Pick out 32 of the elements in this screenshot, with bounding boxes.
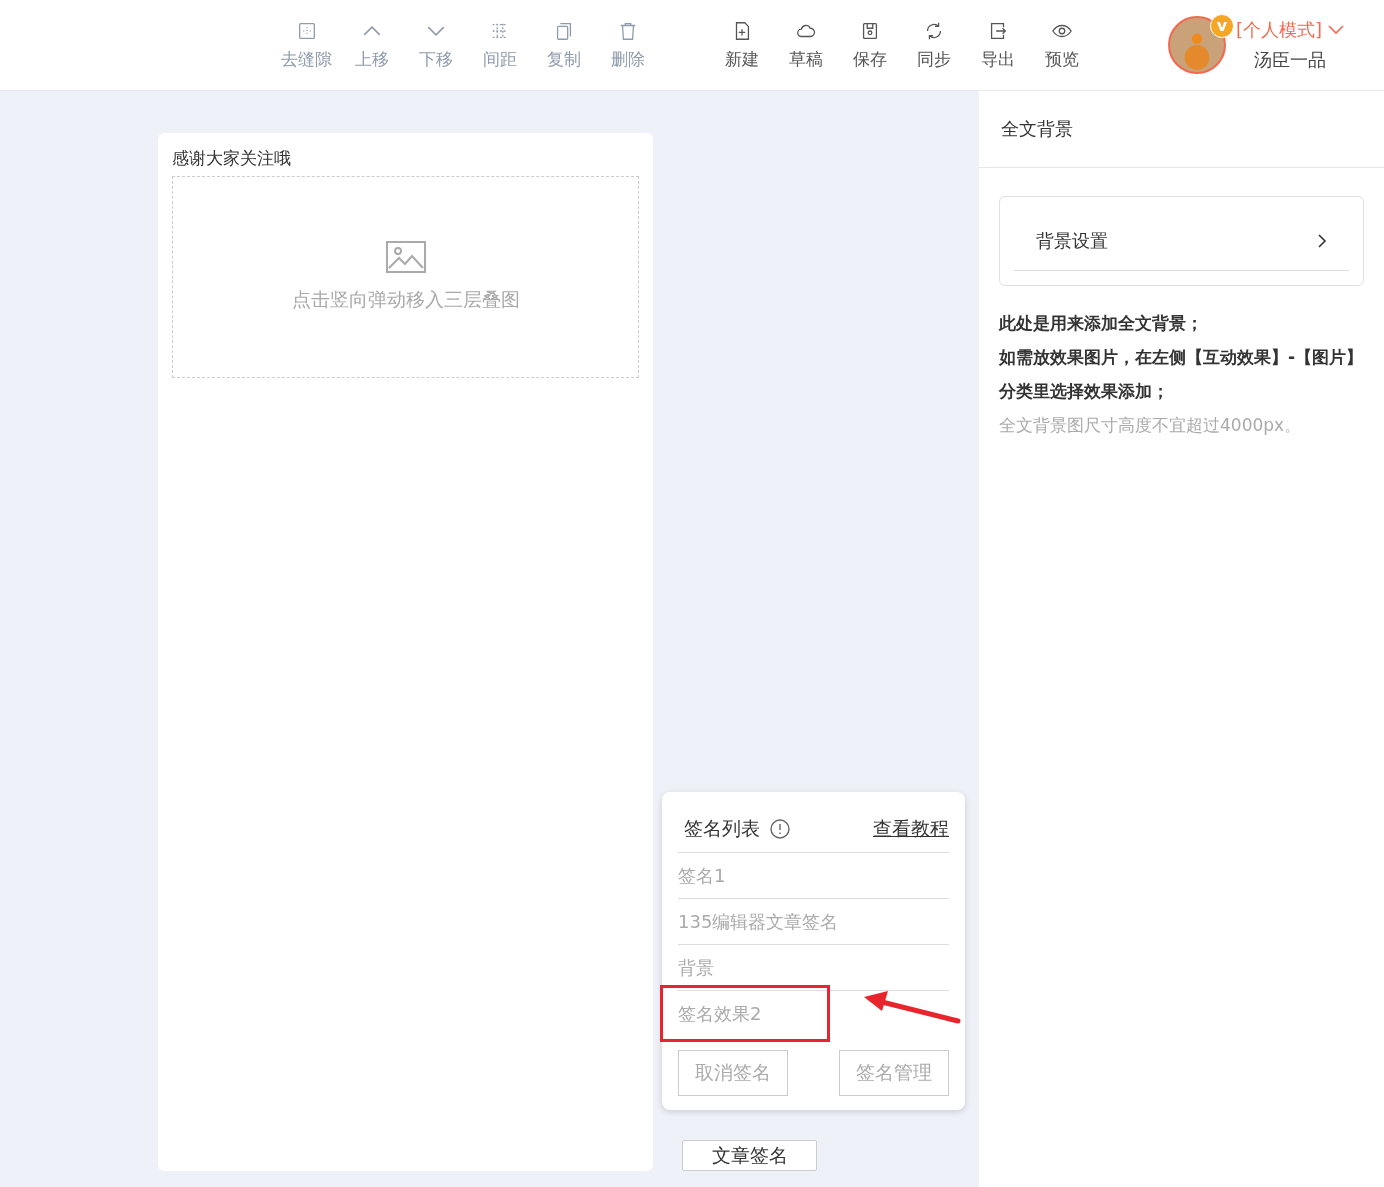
toolbar-button[interactable]: 新建 bbox=[714, 19, 770, 71]
toolbar-button[interactable]: 导出 bbox=[970, 19, 1026, 71]
note-text: 全文背景图尺寸高度不宜超过4000px。 bbox=[999, 414, 1303, 437]
vip-badge: v bbox=[1210, 14, 1234, 38]
image-icon bbox=[385, 241, 426, 273]
toolbar-button[interactable]: 保存 bbox=[842, 19, 898, 71]
placeholder-text: 点击竖向弹动移入三层叠图 bbox=[291, 287, 520, 312]
panel-title: 全文背景 bbox=[979, 91, 1384, 168]
mode-switch[interactable]: [个人模式] bbox=[1236, 18, 1323, 42]
signature-item[interactable]: 签名1 bbox=[678, 863, 726, 888]
info-icon[interactable] bbox=[770, 819, 790, 839]
canvas-title: 感谢大家关注哦 bbox=[172, 147, 292, 170]
chevron-right-icon bbox=[1317, 232, 1327, 249]
user-name: 汤臣一品 bbox=[1254, 48, 1326, 72]
toolbar-button[interactable]: 同步 bbox=[906, 19, 962, 71]
signature-item[interactable]: 背景 bbox=[678, 955, 714, 980]
signature-list-title: 签名列表 bbox=[684, 816, 760, 841]
toolbar-button[interactable]: 预览 bbox=[1034, 19, 1090, 71]
avatar-icon[interactable] bbox=[1168, 16, 1226, 74]
toolbar-button[interactable]: 草稿 bbox=[778, 19, 834, 71]
tutorial-link[interactable]: 查看教程 bbox=[873, 816, 949, 842]
chevron-down-icon bbox=[427, 25, 445, 36]
note-text: 如需放效果图片，在左侧【互动效果】-【图片】分类里选择效果添加； bbox=[999, 346, 1364, 403]
signature-item[interactable]: 135编辑器文章签名 bbox=[678, 909, 839, 934]
note-text: 此处是用来添加全文背景； bbox=[999, 312, 1204, 335]
image-placeholder[interactable]: 点击竖向弹动移入三层叠图 bbox=[172, 176, 639, 378]
signature-item[interactable]: 签名效果2 bbox=[678, 1001, 762, 1026]
chevron-up-icon bbox=[363, 25, 381, 36]
signature-button[interactable]: 取消签名 bbox=[678, 1050, 788, 1096]
article-signature-button[interactable]: 文章签名 bbox=[682, 1140, 817, 1171]
caret-icon[interactable] bbox=[1328, 25, 1345, 35]
signature-button[interactable]: 签名管理 bbox=[839, 1050, 949, 1096]
